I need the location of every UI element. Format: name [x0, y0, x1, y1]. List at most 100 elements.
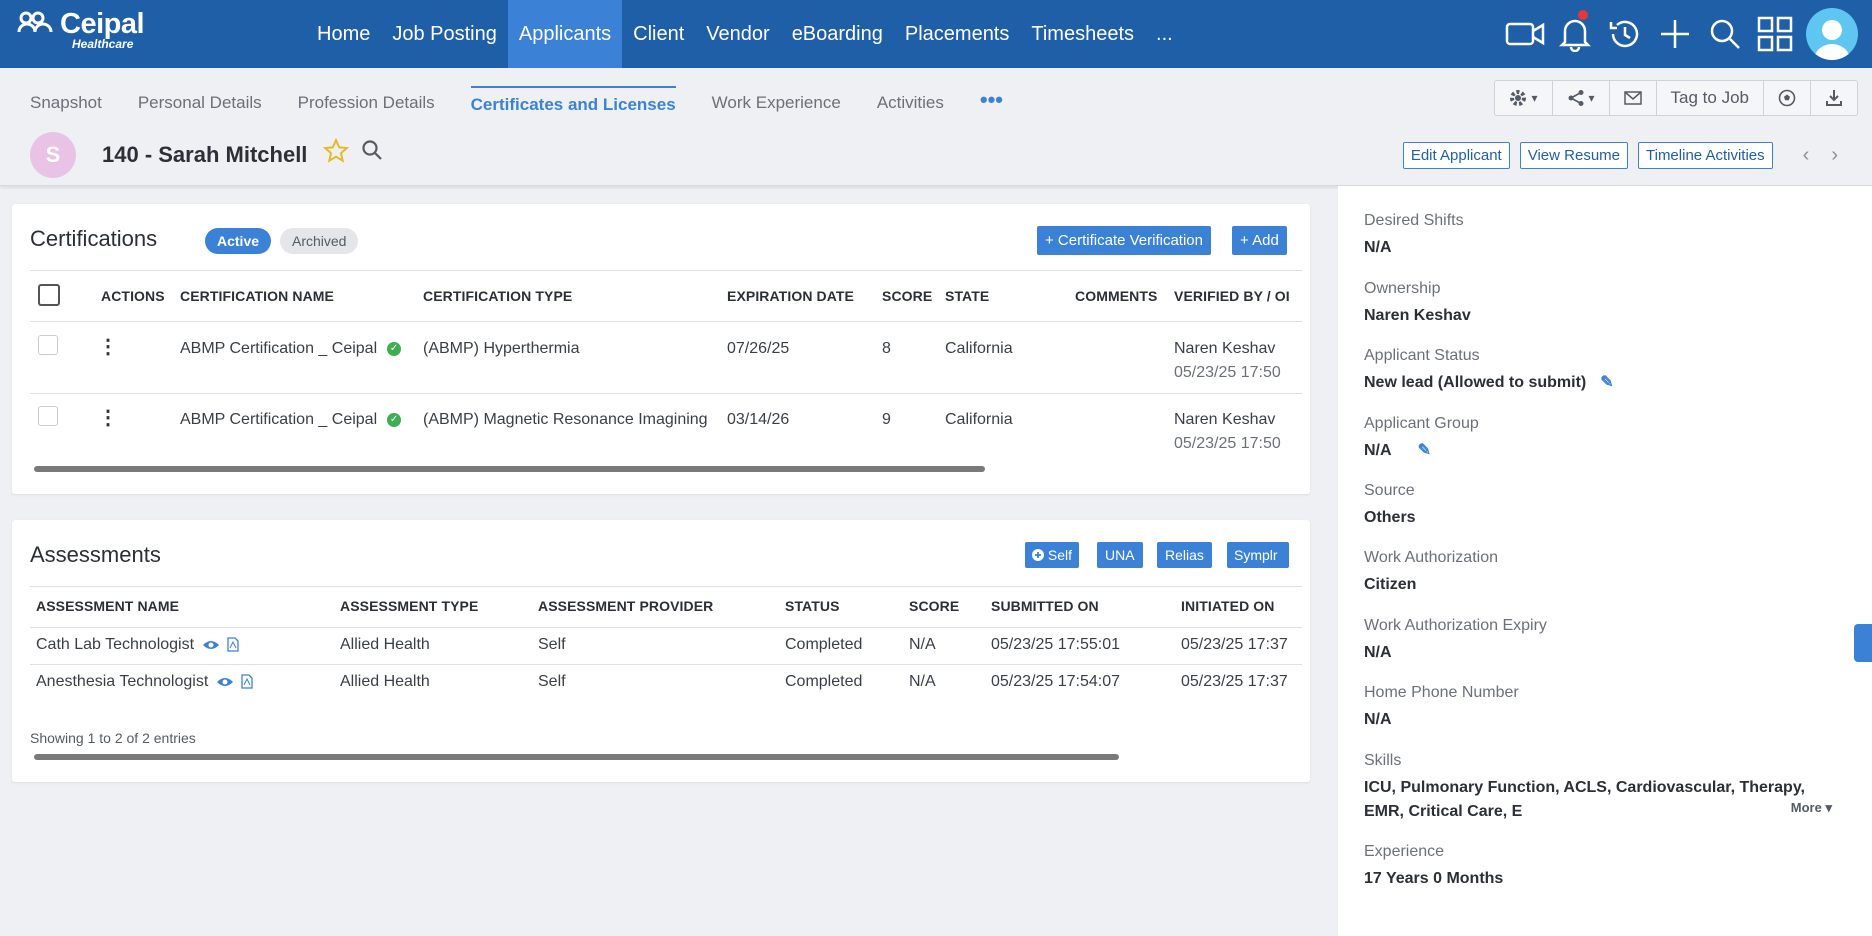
expiration-date: 07/26/25 — [727, 340, 790, 357]
divider — [30, 586, 1302, 587]
nav-client[interactable]: Client — [622, 0, 695, 68]
tab-work-experience[interactable]: Work Experience — [712, 86, 841, 119]
horizontal-scrollbar[interactable] — [34, 754, 1119, 760]
edit-pencil-icon[interactable]: ✎ — [1418, 442, 1431, 459]
download-icon — [1826, 90, 1842, 106]
top-navbar: Ceipal Healthcare Home Job Posting Appli… — [0, 0, 1872, 76]
chevron-down-icon: ▾ — [1588, 91, 1595, 105]
gear-icon — [1510, 90, 1527, 106]
applicant-toolbar: ▾ ▾ Tag to Job — [1494, 80, 1858, 116]
assessment-name: Anesthesia Technologist — [36, 673, 209, 690]
select-all-checkbox[interactable] — [38, 284, 60, 306]
apps-grid-icon[interactable] — [1750, 0, 1800, 68]
nav-applicants[interactable]: Applicants — [507, 0, 623, 76]
active-filter-pill[interactable]: Active — [205, 228, 272, 254]
pdf-icon[interactable] — [241, 674, 253, 689]
download-button[interactable] — [1811, 81, 1857, 115]
video-icon[interactable] — [1500, 0, 1550, 68]
certification-type: (ABMP) Hyperthermia — [423, 340, 580, 357]
user-avatar[interactable] — [1806, 8, 1858, 60]
applicant-header: Snapshot Personal Details Profession Det… — [0, 68, 1872, 186]
edit-applicant-button[interactable]: Edit Applicant — [1402, 142, 1510, 169]
eye-icon[interactable] — [216, 676, 234, 688]
plus-circle-icon — [1032, 549, 1044, 561]
assessment-name-cell: Anesthesia Technologist — [36, 673, 253, 691]
field-label: Experience — [1364, 843, 1445, 860]
ceipal-logo[interactable]: Ceipal Healthcare — [16, 8, 145, 51]
nav-placements[interactable]: Placements — [894, 0, 1021, 68]
symplr-button[interactable]: Symplr — [1227, 542, 1289, 568]
nav-vendor[interactable]: Vendor — [695, 0, 780, 68]
divider — [30, 627, 1302, 628]
skills-more-toggle[interactable]: More ▾ — [1791, 800, 1832, 816]
tab-snapshot[interactable]: Snapshot — [30, 86, 102, 119]
field-label: Home Phone Number — [1364, 684, 1519, 701]
work-authorization-expiry-field: Work Authorization Expiry N/A — [1364, 617, 1547, 665]
edit-pencil-icon[interactable]: ✎ — [1600, 374, 1613, 391]
certificate-verification-button[interactable]: + Certificate Verification — [1037, 226, 1211, 255]
tab-activities[interactable]: Activities — [877, 86, 944, 119]
una-button[interactable]: UNA — [1097, 542, 1143, 568]
tab-profession-details[interactable]: Profession Details — [298, 86, 435, 119]
settings-dropdown[interactable]: ▾ — [1495, 81, 1553, 115]
tab-certificates-and-licenses[interactable]: Certificates and Licenses — [470, 86, 676, 119]
add-certification-button[interactable]: + Add — [1232, 226, 1287, 255]
applicant-status-field: Applicant Status New lead (Allowed to su… — [1364, 347, 1614, 395]
certifications-card: Certifications Active Archived + Certifi… — [12, 204, 1310, 494]
self-label: Self — [1047, 547, 1073, 563]
view-resume-button[interactable]: View Resume — [1519, 142, 1628, 169]
row-actions-kebab-icon[interactable]: ⋮ — [98, 334, 118, 359]
initiated-on: 05/23/25 17:37 — [1181, 636, 1288, 653]
tabs-more-icon[interactable]: ••• — [980, 86, 1003, 119]
pdf-icon[interactable] — [227, 637, 239, 652]
submitted-on: 05/23/25 17:55:01 — [991, 636, 1121, 653]
experience-field: Experience 17 Years 0 Months — [1364, 843, 1503, 891]
previous-arrow-icon[interactable]: ‹ — [1797, 144, 1816, 167]
horizontal-scrollbar[interactable] — [34, 466, 985, 472]
email-button[interactable] — [1610, 81, 1657, 115]
tab-personal-details[interactable]: Personal Details — [138, 86, 262, 119]
relias-button[interactable]: Relias — [1157, 542, 1212, 568]
assessments-card: Assessments Self UNA Relias Symplr ASSES… — [12, 520, 1310, 782]
history-icon[interactable] — [1600, 0, 1650, 68]
search-icon[interactable] — [1700, 0, 1750, 68]
notification-bell-icon[interactable] — [1550, 0, 1600, 68]
share-dropdown[interactable]: ▾ — [1553, 81, 1610, 115]
add-icon[interactable] — [1650, 0, 1700, 68]
skills-field: Skills ICU, Pulmonary Function, ACLS, Ca… — [1364, 752, 1844, 824]
verified-on: 05/23/25 17:50 — [1174, 364, 1281, 381]
mail-icon — [1623, 91, 1642, 105]
search-icon[interactable] — [361, 139, 383, 161]
applicant-group-field: Applicant Group N/A ✎ — [1364, 415, 1479, 463]
next-arrow-icon[interactable]: › — [1825, 144, 1844, 167]
certification-name: ABMP Certification _ Ceipal — [180, 411, 378, 428]
applicant-avatar: S — [30, 132, 76, 178]
star-icon[interactable] — [323, 138, 350, 164]
nav-job-posting[interactable]: Job Posting — [381, 0, 508, 68]
field-value: New lead (Allowed to submit) — [1364, 374, 1587, 391]
applicant-actions: Edit Applicant View Resume Timeline Acti… — [1402, 142, 1844, 169]
brand-sub: Healthcare — [72, 37, 134, 51]
self-assessment-button[interactable]: Self — [1025, 542, 1080, 568]
row-checkbox[interactable] — [38, 406, 58, 426]
certifications-title: Certifications — [30, 226, 158, 251]
sports-ball-button[interactable] — [1764, 81, 1811, 115]
row-checkbox[interactable] — [38, 335, 58, 355]
archived-filter-pill[interactable]: Archived — [280, 228, 359, 254]
collapse-panel-tab[interactable] — [1854, 624, 1872, 662]
nav-home[interactable]: Home — [306, 0, 381, 68]
nav-eboarding[interactable]: eBoarding — [781, 0, 894, 68]
eye-icon[interactable] — [202, 639, 220, 651]
state: California — [945, 411, 1013, 428]
nav-more[interactable]: ... — [1145, 0, 1184, 68]
timeline-activities-button[interactable]: Timeline Activities — [1638, 142, 1773, 169]
row-actions-kebab-icon[interactable]: ⋮ — [98, 405, 118, 430]
more-label: More — [1790, 800, 1822, 815]
chevron-down-icon: ▾ — [1825, 800, 1832, 815]
desired-shifts-field: Desired Shifts N/A — [1364, 212, 1464, 260]
assessment-score: N/A — [909, 673, 936, 690]
tag-to-job-button[interactable]: Tag to Job — [1657, 81, 1764, 115]
nav-timesheets[interactable]: Timesheets — [1020, 0, 1145, 68]
certification-name: ABMP Certification _ Ceipal — [180, 340, 378, 357]
state: California — [945, 340, 1013, 357]
